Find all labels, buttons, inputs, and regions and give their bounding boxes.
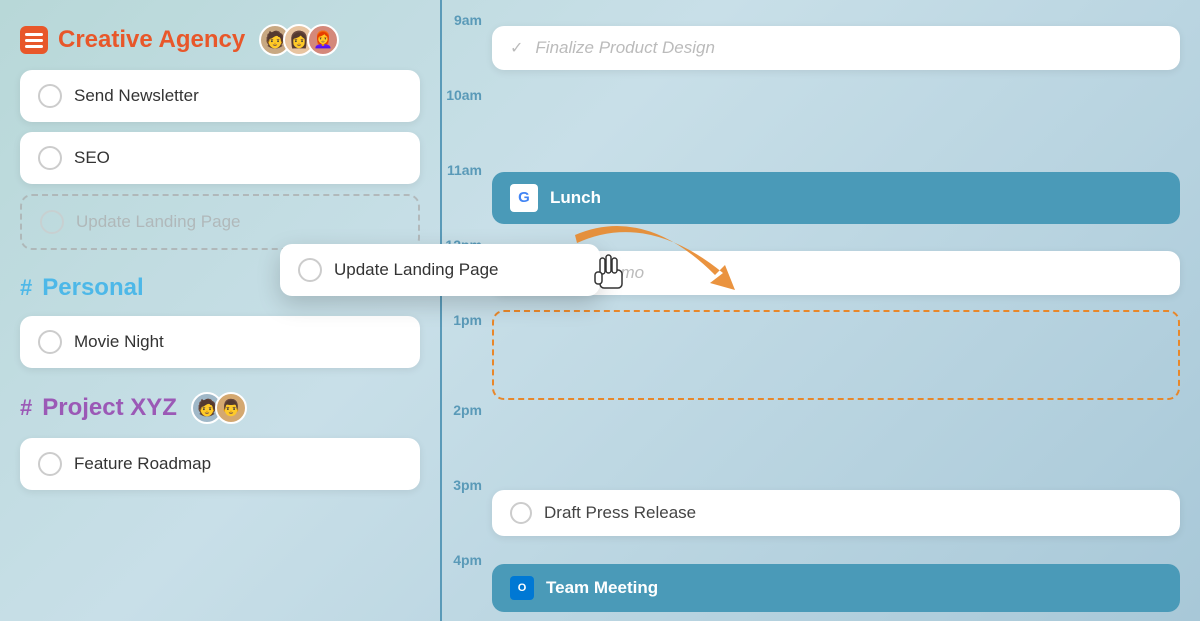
event-draft-press-release: Draft Press Release (492, 490, 1180, 536)
hash-project-icon: # (20, 395, 32, 421)
creative-agency-avatars: 🧑 👩 👩‍🦰 (259, 24, 339, 56)
task-checkbox[interactable] (38, 330, 62, 354)
slot-content-10am (492, 85, 1180, 160)
section-project-xyz: # Project XYZ 🧑 👨 Feature Roadmap (20, 392, 420, 490)
time-slot-11am: 11am G Lunch (442, 160, 1180, 235)
time-slot-3pm: 3pm Draft Press Release (442, 475, 1180, 550)
task-label: SEO (74, 148, 110, 168)
time-label-2pm: 2pm (442, 400, 492, 418)
check-icon: ✓ (510, 38, 523, 58)
time-slot-4pm: 4pm O Team Meeting (442, 550, 1180, 621)
floating-checkbox (298, 258, 322, 282)
task-label: Movie Night (74, 332, 164, 352)
section-creative-agency-header: Creative Agency 🧑 👩 👩‍🦰 (20, 24, 420, 56)
hash-personal-icon: # (20, 275, 32, 301)
creative-agency-icon (20, 26, 48, 54)
project-xyz-title: Project XYZ (42, 394, 177, 422)
task-seo[interactable]: SEO (20, 132, 420, 184)
cursor-icon (590, 250, 630, 298)
slot-content-4pm: O Team Meeting (492, 550, 1180, 621)
avatar-3: 👩‍🦰 (307, 24, 339, 56)
right-panel: 9am ✓ Finalize Product Design 10am 11am … (442, 0, 1200, 621)
avatar-5: 👨 (215, 392, 247, 424)
time-label-1pm: 1pm (442, 310, 492, 328)
floating-label: Update Landing Page (334, 260, 498, 280)
task-label: Update Landing Page (76, 212, 240, 232)
task-update-landing-page-placeholder: Update Landing Page (20, 194, 420, 250)
task-label: Send Newsletter (74, 86, 199, 106)
slot-content-3pm: Draft Press Release (492, 475, 1180, 550)
project-xyz-avatars: 🧑 👨 (191, 392, 247, 424)
section-creative-agency: Creative Agency 🧑 👩 👩‍🦰 Send Newsletter … (20, 24, 420, 250)
time-slot-10am: 10am (442, 85, 1180, 160)
time-label-3pm: 3pm (442, 475, 492, 493)
task-send-newsletter[interactable]: Send Newsletter (20, 70, 420, 122)
time-slot-2pm: 2pm (442, 400, 1180, 475)
task-label: Feature Roadmap (74, 454, 211, 474)
left-panel: Creative Agency 🧑 👩 👩‍🦰 Send Newsletter … (0, 0, 440, 621)
google-icon: G (510, 184, 538, 212)
task-checkbox[interactable] (38, 146, 62, 170)
event-label: Draft Press Release (544, 503, 696, 523)
task-feature-roadmap[interactable]: Feature Roadmap (20, 438, 420, 490)
personal-title: Personal (42, 274, 143, 302)
creative-agency-title: Creative Agency (58, 26, 245, 54)
event-finalize-product-design: ✓ Finalize Product Design (492, 26, 1180, 70)
floating-task-update-landing-page[interactable]: Update Landing Page (280, 244, 600, 296)
slot-content-9am: ✓ Finalize Product Design (492, 10, 1180, 85)
task-movie-night[interactable]: Movie Night (20, 316, 420, 368)
drop-zone-1pm[interactable] (492, 310, 1180, 400)
time-slot-1pm[interactable]: 1pm (442, 310, 1180, 400)
time-grid: 9am ✓ Finalize Product Design 10am 11am … (442, 10, 1180, 611)
event-team-meeting: O Team Meeting (492, 564, 1180, 612)
time-label-10am: 10am (442, 85, 492, 103)
outlook-icon: O (510, 576, 534, 600)
task-checkbox (40, 210, 64, 234)
time-label-9am: 9am (442, 10, 492, 28)
event-label: Finalize Product Design (535, 38, 715, 58)
event-checkbox[interactable] (510, 502, 532, 524)
time-label-4pm: 4pm (442, 550, 492, 568)
event-label: Team Meeting (546, 578, 658, 598)
slot-content-1pm[interactable] (492, 310, 1180, 400)
slot-content-2pm (492, 400, 1180, 475)
task-checkbox[interactable] (38, 452, 62, 476)
time-slot-9am: 9am ✓ Finalize Product Design (442, 10, 1180, 85)
section-project-xyz-header: # Project XYZ 🧑 👨 (20, 392, 420, 424)
task-checkbox[interactable] (38, 84, 62, 108)
time-label-11am: 11am (442, 160, 492, 178)
